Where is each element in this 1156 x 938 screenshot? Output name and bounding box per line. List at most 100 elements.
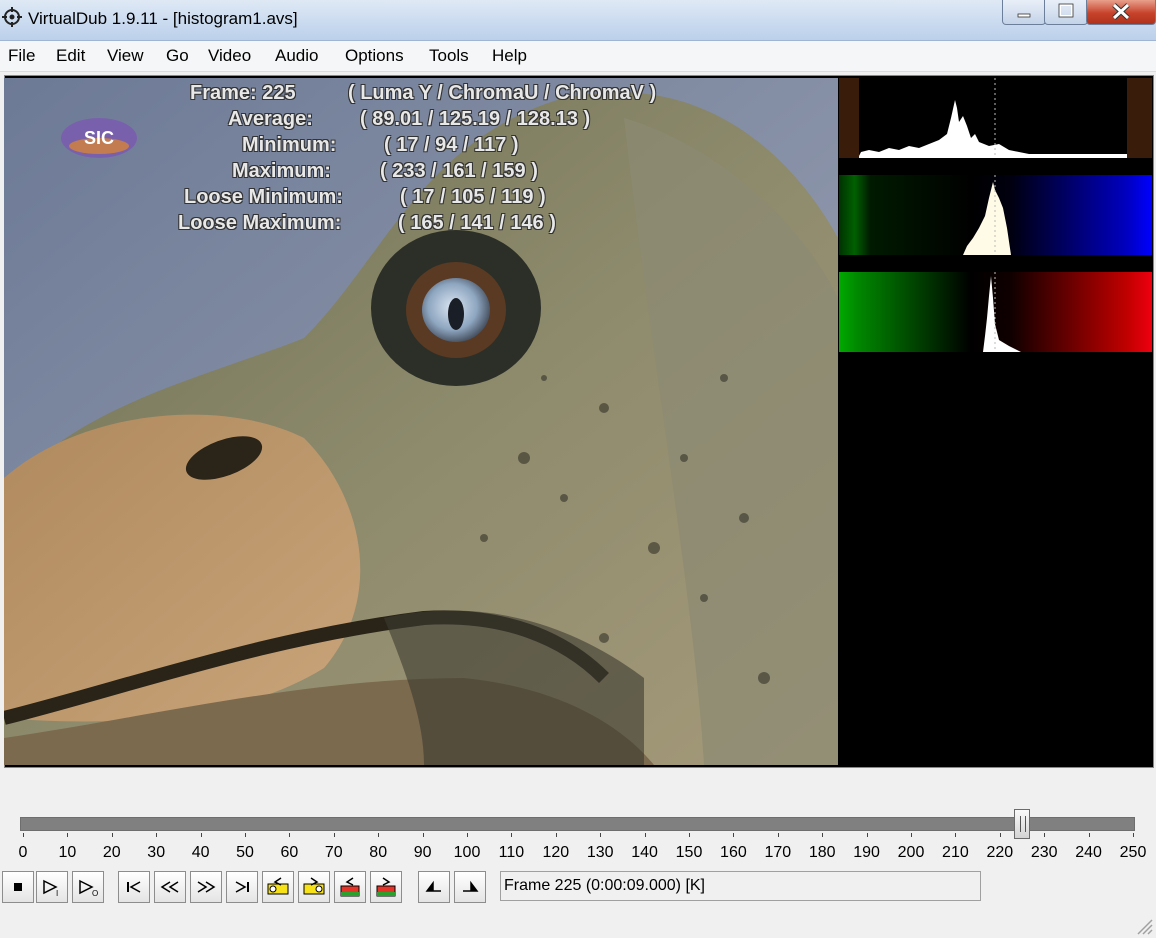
resize-grip-icon[interactable] [1134, 916, 1154, 936]
timeline-tick-label: 90 [413, 844, 432, 861]
timeline-tick-label: 50 [236, 844, 254, 861]
timeline-tick [777, 833, 779, 837]
play-output-icon: O [79, 879, 98, 897]
timeline-tick [999, 833, 1001, 837]
timeline-tick-label: 130 [586, 844, 614, 861]
svg-text:I: I [56, 889, 58, 897]
timeline-tick-label: 140 [631, 844, 658, 861]
timeline-tick-label: 100 [453, 844, 481, 861]
close-button[interactable] [1086, 0, 1156, 25]
timeline-tick-label: 170 [764, 844, 792, 861]
stats-frame-label: Frame: 225 [190, 82, 296, 104]
menu-view[interactable]: View [107, 46, 144, 66]
stats-loose-minimum-label: Loose Minimum: [184, 186, 343, 208]
timeline-tick-label: 150 [675, 844, 703, 861]
timeline-tick-label: 120 [542, 844, 570, 861]
scene-back-icon [340, 877, 360, 897]
timeline-tick [289, 833, 291, 837]
menu-video[interactable]: Video [208, 46, 251, 66]
frame-status: Frame 225 (0:00:09.000) [K] [500, 871, 981, 901]
fast-forward-icon [197, 881, 216, 893]
stats-loose-minimum-values: ( 17 / 105 / 119 ) [400, 186, 546, 208]
scene-forward-icon [376, 877, 396, 897]
menu-edit[interactable]: Edit [56, 46, 85, 66]
play-output-button[interactable]: O [72, 871, 104, 903]
stats-loose-maximum-label: Loose Maximum: [178, 212, 342, 234]
luma-histogram [839, 78, 1152, 158]
menu-tools[interactable]: Tools [429, 46, 469, 66]
play-input-icon: I [43, 879, 58, 897]
next-frame-button[interactable] [190, 871, 222, 903]
timeline-tick-label: 110 [498, 844, 525, 861]
go-start-button[interactable] [118, 871, 150, 903]
minimize-icon [1017, 13, 1031, 18]
timeline-tick-label: 230 [1030, 844, 1058, 861]
timeline-tick [111, 833, 113, 837]
rewind-icon [160, 881, 179, 893]
svg-text:O: O [92, 889, 98, 897]
stats-average-label: Average: [228, 108, 313, 130]
timeline-tick [689, 833, 690, 837]
timeline-tick [1133, 833, 1134, 837]
timeline-tick [1088, 833, 1090, 837]
timeline-tick [511, 833, 513, 837]
stats-loose-maximum-values: ( 165 / 141 / 146 ) [398, 212, 556, 234]
mark-in-icon [425, 880, 441, 892]
stop-icon [14, 883, 22, 891]
timeline-tick-label: 60 [280, 844, 299, 861]
prev-frame-button[interactable] [154, 871, 186, 903]
timeline-tick-label: 210 [942, 844, 969, 861]
go-start-icon [127, 881, 141, 893]
stats-maximum-values: ( 233 / 161 / 159 ) [380, 160, 538, 182]
timeline-tick [822, 833, 824, 837]
timeline-tick-label: 220 [986, 844, 1014, 861]
prev-keyframe-button[interactable] [262, 871, 294, 903]
timeline-tick [600, 833, 602, 837]
timeline-tick-label: 40 [191, 844, 210, 861]
timeline-tick [733, 833, 735, 837]
chroma-v-histogram [839, 272, 1152, 352]
video-frame-image: SIC Frame: 225 ( Luma Y / ChromaU / Chro… [4, 78, 838, 765]
menu-go[interactable]: Go [166, 46, 189, 66]
timeline-tick-label: 190 [853, 844, 880, 861]
stats-maximum-label: Maximum: [232, 160, 331, 182]
menu-options[interactable]: Options [345, 46, 404, 66]
go-end-icon [235, 881, 249, 893]
go-end-button[interactable] [226, 871, 258, 903]
mark-out-button[interactable] [454, 871, 486, 903]
timeline-tick [200, 833, 202, 837]
prev-scene-button[interactable] [334, 871, 366, 903]
timeline-tick-label: 80 [369, 844, 388, 861]
minimize-button[interactable] [1002, 0, 1046, 25]
stats-column-header: ( Luma Y / ChromaU / ChromaV ) [348, 82, 657, 104]
maximize-icon [1058, 3, 1074, 18]
timeline-thumb[interactable] [1014, 809, 1030, 839]
menu-audio[interactable]: Audio [275, 46, 318, 66]
next-scene-button[interactable] [370, 871, 402, 903]
mark-out-icon [463, 880, 479, 892]
timeline-tick-label: 250 [1119, 844, 1147, 861]
menu-help[interactable]: Help [492, 46, 527, 66]
key-back-icon [267, 877, 289, 895]
histogram-panel [839, 78, 1152, 765]
timeline-tick [67, 833, 69, 837]
timeline-tick-label: 30 [147, 844, 166, 861]
timeline-tick [245, 833, 246, 837]
title-bar[interactable]: VirtualDub 1.9.11 - [histogram1.avs] [0, 0, 1156, 41]
stop-button[interactable] [2, 871, 34, 903]
timeline-tick [1044, 833, 1046, 837]
stats-average-values: ( 89.01 / 125.19 / 128.13 ) [360, 108, 591, 130]
timeline-tick-label: 160 [720, 844, 747, 861]
timeline-tick [866, 833, 868, 837]
timeline-tick [333, 833, 335, 837]
play-input-button[interactable]: I [36, 871, 68, 903]
timeline-track[interactable] [20, 817, 1135, 831]
mark-in-button[interactable] [418, 871, 450, 903]
menu-file[interactable]: File [8, 46, 35, 66]
timeline-tick [955, 833, 957, 837]
maximize-button[interactable] [1044, 0, 1088, 25]
timeline-tick [644, 833, 646, 837]
key-forward-icon [303, 877, 325, 895]
next-keyframe-button[interactable] [298, 871, 330, 903]
window-title: VirtualDub 1.9.11 - [histogram1.avs] [28, 9, 298, 28]
